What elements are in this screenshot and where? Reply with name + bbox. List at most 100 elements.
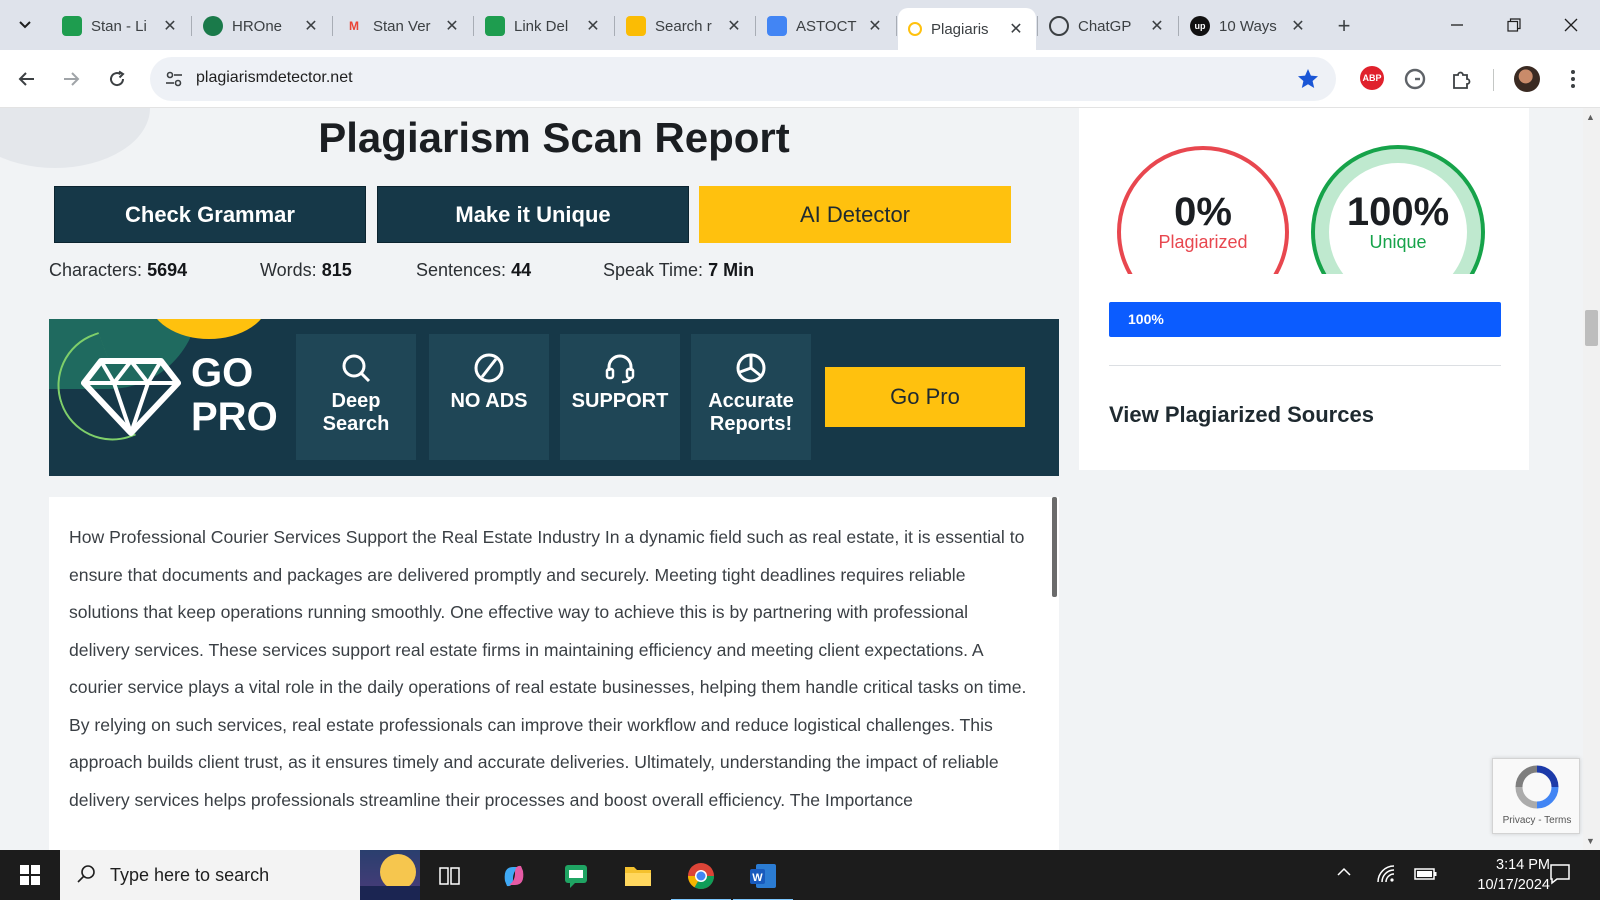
toolbar-divider	[1493, 69, 1494, 91]
grammarly-icon[interactable]	[1402, 66, 1428, 92]
windows-taskbar: Type here to search W 3:14 PM 10/17/2024	[0, 850, 1600, 900]
browser-tab[interactable]: Search r ✕	[616, 8, 754, 44]
make-unique-button[interactable]: Make it Unique	[377, 186, 689, 243]
tab-title: ASTOCT	[796, 17, 857, 35]
unique-gauge: 100% Unique	[1310, 144, 1486, 274]
scroll-down-arrow-icon[interactable]: ▼	[1586, 836, 1595, 846]
tab-separator	[896, 16, 897, 36]
ai-detector-button[interactable]: AI Detector	[699, 186, 1011, 243]
browser-tab[interactable]: Plagiaris ✕	[898, 8, 1036, 50]
taskbar-search-box[interactable]: Type here to search	[60, 850, 420, 900]
progress-fill: 100%	[1109, 302, 1501, 337]
browser-tab[interactable]: Stan - Li ✕	[52, 8, 190, 44]
copilot-icon	[504, 865, 524, 887]
restore-button[interactable]	[1494, 10, 1534, 40]
minimize-icon	[1451, 24, 1463, 26]
show-hidden-icons-button[interactable]	[1336, 864, 1352, 880]
docs-icon	[767, 16, 787, 36]
copilot-app[interactable]	[496, 858, 532, 894]
close-tab-icon[interactable]: ✕	[1006, 19, 1026, 39]
site-info-icon[interactable]	[164, 69, 184, 89]
windows-logo-icon	[20, 865, 40, 885]
clock-date: 10/17/2024	[1477, 877, 1550, 893]
page-scrollbar[interactable]: ▲ ▼	[1583, 108, 1600, 850]
back-button[interactable]	[12, 64, 42, 94]
notification-icon	[1550, 864, 1570, 885]
browser-tab[interactable]: ASTOCT ✕	[757, 8, 895, 44]
address-bar[interactable]: plagiarismdetector.net	[150, 57, 1336, 101]
results-panel: 0% Plagiarized 100% Unique 100% View Pla…	[1079, 108, 1529, 470]
browser-tab[interactable]: M Stan Ver ✕	[334, 8, 472, 44]
text-area-scrollbar[interactable]	[1052, 497, 1057, 597]
close-tab-icon[interactable]: ✕	[160, 16, 180, 36]
close-window-button[interactable]	[1551, 10, 1591, 40]
start-button[interactable]	[0, 850, 60, 900]
speak-time-stat: Speak Time: 7 Min	[603, 260, 754, 284]
browser-menu-button[interactable]	[1560, 66, 1586, 92]
battery-icon	[1414, 868, 1437, 880]
close-tab-icon[interactable]: ✕	[724, 16, 744, 36]
tab-title: Search r	[655, 17, 712, 35]
profile-avatar[interactable]	[1514, 66, 1540, 92]
recaptcha-badge[interactable]: Privacy - Terms	[1492, 758, 1580, 834]
feature-line2: Search	[322, 413, 390, 435]
tab-search-button[interactable]	[10, 10, 40, 40]
search-highlight-image	[360, 850, 420, 900]
url-text[interactable]: plagiarismdetector.net	[196, 69, 353, 87]
words-stat: Words: 815	[260, 260, 352, 284]
file-explorer-app[interactable]	[620, 858, 656, 894]
chrome-app[interactable]	[671, 858, 731, 900]
browser-tab[interactable]: ChatGP ✕	[1039, 8, 1177, 44]
headset-icon	[605, 354, 635, 384]
web-page: Plagiarism Scan Report Check Grammar Mak…	[0, 108, 1600, 850]
browser-tab[interactable]: HROne ✕	[193, 8, 331, 44]
tab-strip: Stan - Li ✕ HROne ✕ M Stan Ver ✕ Link Del ✕ Searc…	[0, 0, 1600, 50]
feature-line1: Deep	[331, 390, 381, 412]
tab-separator	[755, 16, 756, 36]
check-grammar-button[interactable]: Check Grammar	[54, 186, 366, 243]
tab-separator	[332, 16, 333, 36]
close-tab-icon[interactable]: ✕	[301, 16, 321, 36]
close-tab-icon[interactable]: ✕	[583, 16, 603, 36]
scroll-up-arrow-icon[interactable]: ▲	[1586, 112, 1595, 122]
browser-tab[interactable]: up 10 Ways ✕	[1180, 8, 1318, 44]
upwork-icon: up	[1190, 16, 1210, 36]
sentences-value: 44	[511, 260, 532, 280]
system-clock[interactable]: 3:14 PM 10/17/2024	[1440, 855, 1550, 895]
close-tab-icon[interactable]: ✕	[1147, 16, 1167, 36]
characters-value: 5694	[147, 260, 188, 280]
view-plagiarized-sources-link[interactable]: View Plagiarized Sources	[1109, 402, 1374, 428]
tab-title: ChatGP	[1078, 17, 1132, 35]
adblock-plus-icon[interactable]: ABP	[1360, 66, 1384, 90]
close-tab-icon[interactable]: ✕	[1288, 16, 1308, 36]
tab-title: Stan - Li	[91, 17, 147, 35]
words-label: Words:	[260, 260, 317, 280]
scrollbar-thumb[interactable]	[1585, 310, 1598, 346]
reload-icon	[110, 70, 125, 87]
reload-button[interactable]	[102, 64, 132, 94]
panel-divider	[1109, 365, 1501, 366]
scanned-text-area[interactable]: How Professional Courier Services Suppor…	[49, 497, 1059, 850]
tab-separator	[1037, 16, 1038, 36]
minimize-button[interactable]	[1437, 10, 1477, 40]
bookmark-star-icon[interactable]	[1296, 67, 1320, 91]
notifications-button[interactable]	[1548, 862, 1572, 889]
close-tab-icon[interactable]: ✕	[442, 16, 462, 36]
new-tab-button[interactable]: +	[1330, 12, 1358, 40]
feature-line2: Reports!	[709, 413, 793, 435]
chat-app[interactable]	[558, 858, 594, 894]
forward-button[interactable]	[56, 64, 86, 94]
battery-button[interactable]	[1414, 864, 1438, 887]
word-app[interactable]: W	[733, 858, 793, 900]
characters-label: Characters:	[49, 260, 143, 280]
extensions-puzzle-icon[interactable]	[1448, 66, 1474, 92]
close-tab-icon[interactable]: ✕	[865, 16, 885, 36]
folder-icon	[625, 867, 651, 886]
task-view-button[interactable]	[432, 858, 468, 894]
recaptcha-text[interactable]: Privacy - Terms	[1493, 815, 1581, 826]
browser-tab[interactable]: Link Del ✕	[475, 8, 613, 44]
feature-no-ads: NO ADS	[429, 334, 549, 460]
network-button[interactable]	[1376, 864, 1396, 887]
go-pro-button[interactable]: Go Pro	[825, 367, 1025, 427]
go-pro-line2: PRO	[191, 395, 278, 439]
